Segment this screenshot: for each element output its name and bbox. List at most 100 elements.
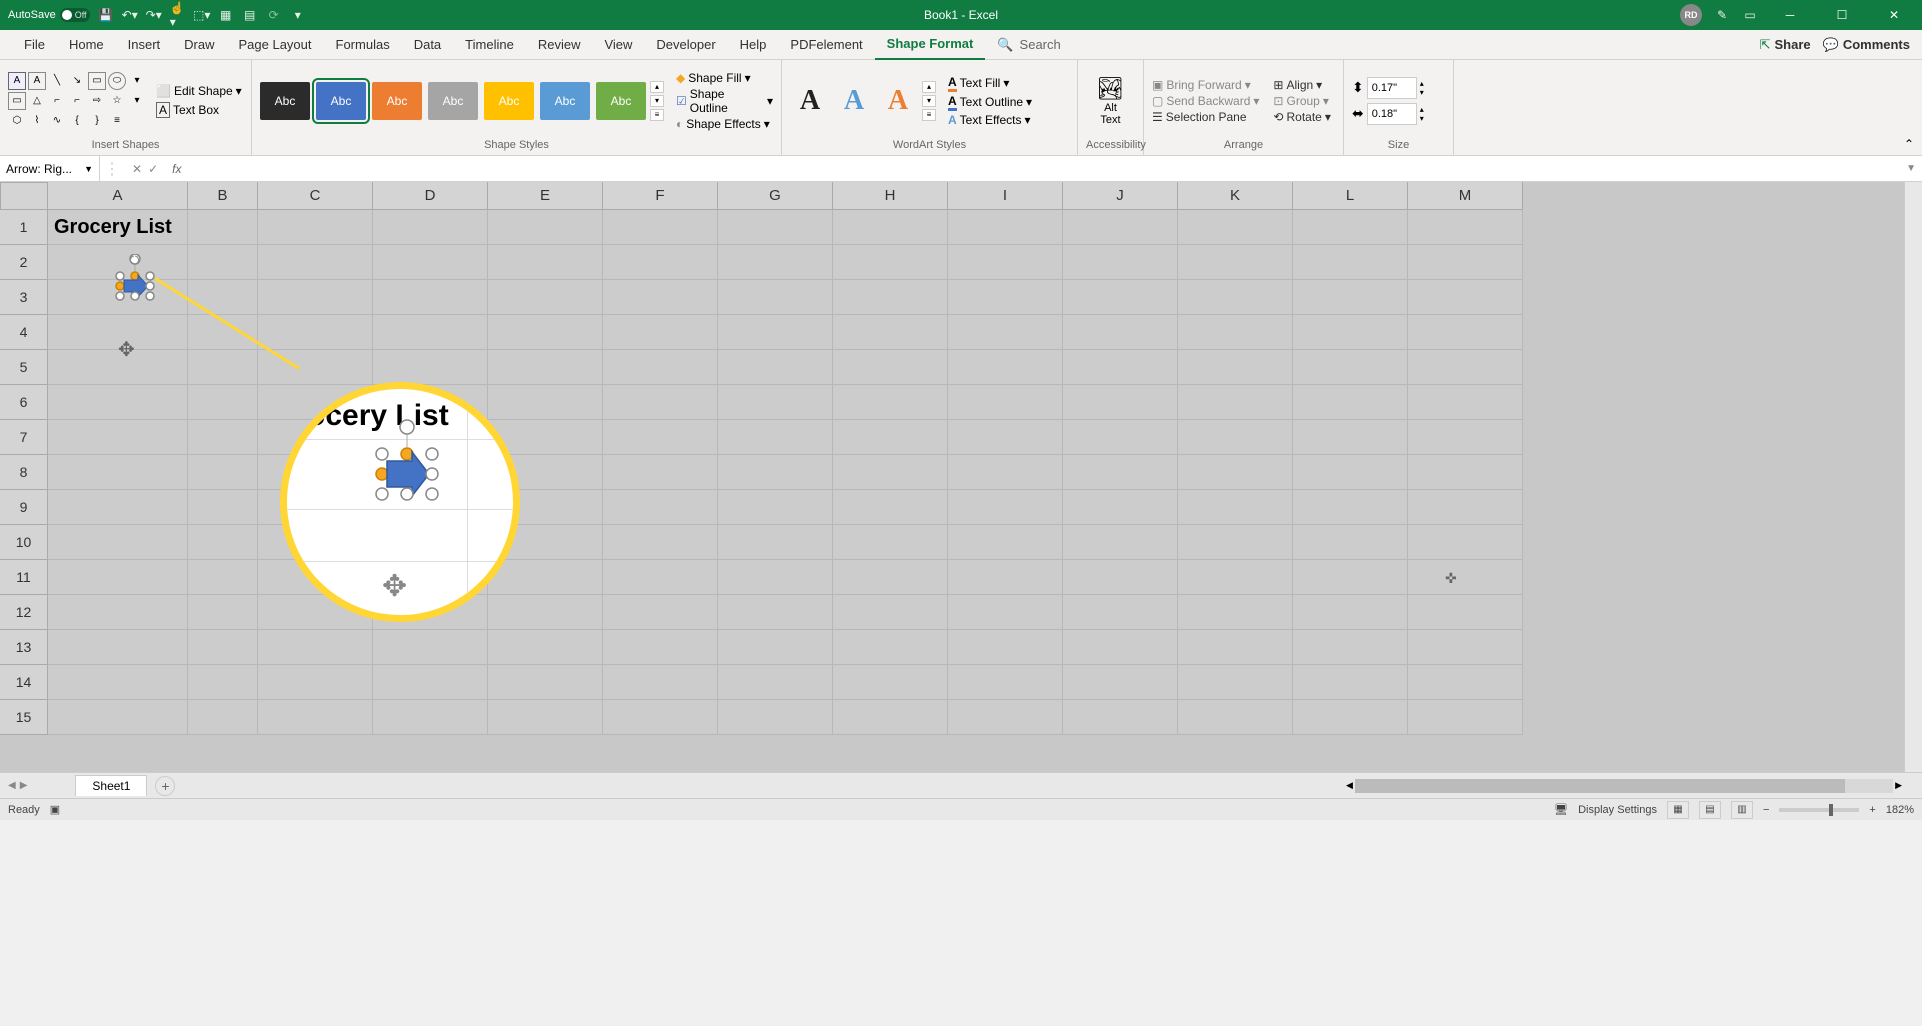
cell-B13[interactable] [188,630,258,665]
shape-more-icon[interactable]: ▾ [128,72,146,90]
shape-brace2-icon[interactable]: } [88,112,106,130]
cell-I7[interactable] [948,420,1063,455]
col-header-M[interactable]: M [1408,182,1523,210]
cell-A13[interactable] [48,630,188,665]
row-header-4[interactable]: 4 [0,315,48,350]
tab-developer[interactable]: Developer [644,30,727,60]
cell-E15[interactable] [488,700,603,735]
cell-F2[interactable] [603,245,718,280]
cell-G5[interactable] [718,350,833,385]
shape-brace1-icon[interactable]: { [68,112,86,130]
cell-L10[interactable] [1293,525,1408,560]
cell-L5[interactable] [1293,350,1408,385]
cell-C14[interactable] [258,665,373,700]
spin-down[interactable]: ▾ [1420,114,1424,123]
cell-I10[interactable] [948,525,1063,560]
horizontal-scrollbar[interactable]: ◀ ▶ [1344,778,1904,794]
cell-M6[interactable] [1408,385,1523,420]
cell-G11[interactable] [718,560,833,595]
cell-H9[interactable] [833,490,948,525]
cell-E13[interactable] [488,630,603,665]
cell-E1[interactable] [488,210,603,245]
col-header-C[interactable]: C [258,182,373,210]
shape-style-preset-1[interactable]: Abc [316,82,366,120]
cell-A6[interactable] [48,385,188,420]
cell-F9[interactable] [603,490,718,525]
cell-G3[interactable] [718,280,833,315]
cell-A11[interactable] [48,560,188,595]
col-header-E[interactable]: E [488,182,603,210]
cell-L12[interactable] [1293,595,1408,630]
cell-D14[interactable] [373,665,488,700]
shape-more2-icon[interactable]: ▾ [128,92,146,110]
shape-height-input[interactable] [1367,77,1417,99]
cell-B8[interactable] [188,455,258,490]
cell-G1[interactable] [718,210,833,245]
cell-J9[interactable] [1063,490,1178,525]
col-header-I[interactable]: I [948,182,1063,210]
cell-K4[interactable] [1178,315,1293,350]
cell-D15[interactable] [373,700,488,735]
style-expand[interactable]: ≡ [650,109,664,121]
cell-G6[interactable] [718,385,833,420]
cell-B1[interactable] [188,210,258,245]
cell-J2[interactable] [1063,245,1178,280]
cell-B2[interactable] [188,245,258,280]
tab-page-layout[interactable]: Page Layout [227,30,324,60]
edit-shape-button[interactable]: ⬜ Edit Shape ▾ [156,84,242,98]
cell-L6[interactable] [1293,385,1408,420]
display-settings-button[interactable]: Display Settings [1578,804,1657,816]
shape-curve-icon[interactable]: ⌇ [28,112,46,130]
cell-I4[interactable] [948,315,1063,350]
cell-K12[interactable] [1178,595,1293,630]
cell-H12[interactable] [833,595,948,630]
minimize-button[interactable]: ─ [1770,0,1810,30]
tab-view[interactable]: View [592,30,644,60]
zoom-in-button[interactable]: + [1869,804,1875,816]
cell-I6[interactable] [948,385,1063,420]
search-box[interactable]: 🔍 Search [985,37,1060,53]
tab-review[interactable]: Review [526,30,593,60]
cell-G2[interactable] [718,245,833,280]
col-header-D[interactable]: D [373,182,488,210]
shape-textbox-icon[interactable]: A [8,72,26,90]
spin-up[interactable]: ▴ [1420,79,1424,88]
cell-E14[interactable] [488,665,603,700]
shape-arrow-icon[interactable]: ↘ [68,72,86,90]
cell-H15[interactable] [833,700,948,735]
cell-G4[interactable] [718,315,833,350]
cell-D4[interactable] [373,315,488,350]
pivot-icon[interactable]: ▦ [218,7,234,23]
wordart-scroll-up[interactable]: ▴ [922,81,936,93]
cell-M7[interactable] [1408,420,1523,455]
collapse-ribbon-icon[interactable]: ⌃ [1904,137,1914,151]
cell-F1[interactable] [603,210,718,245]
shape-l-icon[interactable]: ⌐ [48,92,66,110]
row-header-3[interactable]: 3 [0,280,48,315]
cell-L2[interactable] [1293,245,1408,280]
cell-M8[interactable] [1408,455,1523,490]
spin-up[interactable]: ▴ [1420,105,1424,114]
row-header-7[interactable]: 7 [0,420,48,455]
col-header-H[interactable]: H [833,182,948,210]
sort-icon[interactable]: ⬚▾ [194,7,210,23]
text-fill-button[interactable]: A Text Fill ▾ [948,75,1032,92]
rotate-button[interactable]: ⟲ Rotate ▾ [1273,110,1330,124]
cell-M5[interactable] [1408,350,1523,385]
cell-K8[interactable] [1178,455,1293,490]
row-header-6[interactable]: 6 [0,385,48,420]
row-header-11[interactable]: 11 [0,560,48,595]
col-header-J[interactable]: J [1063,182,1178,210]
cell-K2[interactable] [1178,245,1293,280]
bring-forward-button[interactable]: ▣ Bring Forward ▾ [1152,78,1259,92]
shape-style-preset-6[interactable]: Abc [596,82,646,120]
cell-J15[interactable] [1063,700,1178,735]
cell-K9[interactable] [1178,490,1293,525]
row-header-14[interactable]: 14 [0,665,48,700]
zoom-out-button[interactable]: − [1763,804,1769,816]
cell-M9[interactable] [1408,490,1523,525]
cell-M14[interactable] [1408,665,1523,700]
col-header-K[interactable]: K [1178,182,1293,210]
cell-A9[interactable] [48,490,188,525]
cell-I14[interactable] [948,665,1063,700]
